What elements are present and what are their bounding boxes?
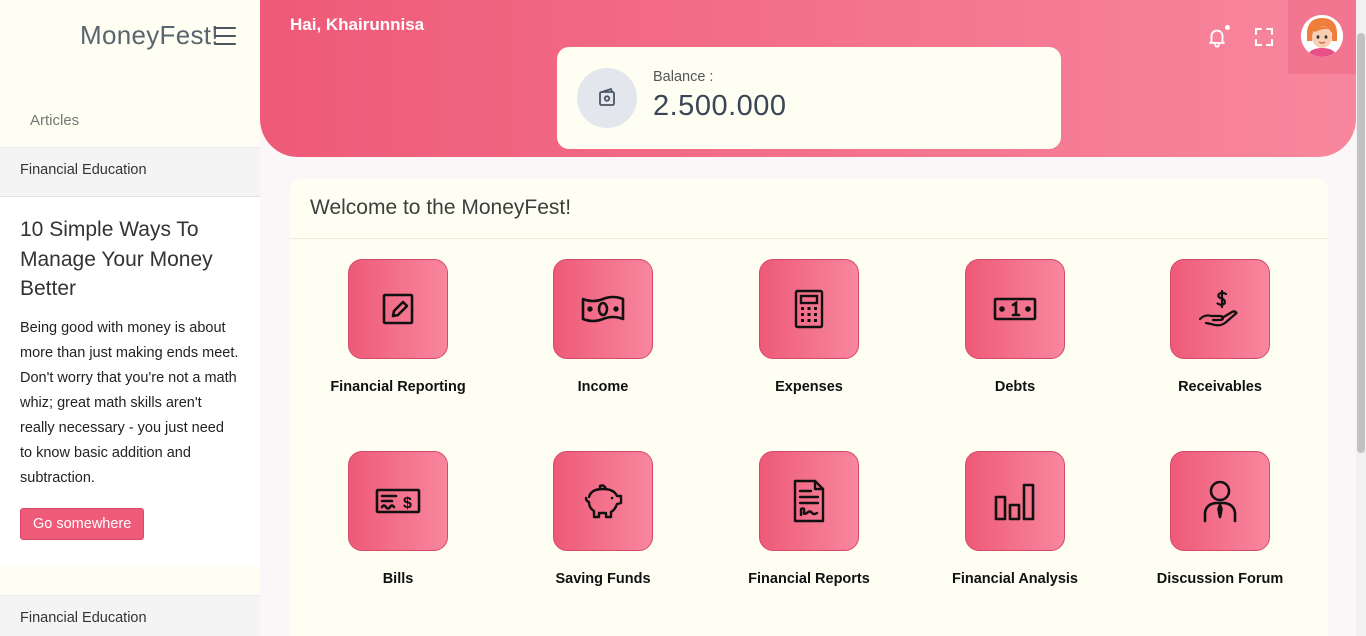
tile-label: Saving Funds <box>555 571 651 587</box>
balance-card: Balance : 2.500.000 <box>557 47 1061 149</box>
tile-icon-wrap <box>1170 259 1270 359</box>
tile-label: Receivables <box>1178 379 1262 395</box>
tile-icon-wrap <box>759 259 859 359</box>
tile-icon-wrap: $ <box>348 451 448 551</box>
tile-label: Debts <box>994 379 1036 395</box>
page-scrollbar[interactable] <box>1356 0 1366 636</box>
greeting: Hai, Khairunnisa <box>290 15 425 34</box>
edit-icon <box>382 293 414 325</box>
tile-financial-analysis[interactable]: Financial Analysis <box>930 451 1100 587</box>
balance-icon-wrap <box>577 68 637 128</box>
check-icon: $ <box>375 488 421 514</box>
wallet-icon <box>599 88 615 106</box>
notification-dot <box>1225 25 1230 30</box>
user-menu[interactable] <box>1288 0 1356 74</box>
menu-toggle-icon[interactable] <box>214 27 236 45</box>
document-icon <box>793 479 825 523</box>
tile-bills[interactable]: $ Bills <box>313 451 483 587</box>
tile-label: Financial Reporting <box>330 379 466 395</box>
user-icon <box>1203 480 1237 523</box>
panel-title: Welcome to the MoneyFest! <box>290 179 1328 239</box>
tile-icon-wrap <box>348 259 448 359</box>
tile-label: Discussion Forum <box>1156 571 1284 587</box>
article-card-header-2: Financial Education <box>0 595 260 636</box>
tile-debts[interactable]: Debts <box>930 259 1100 395</box>
tile-icon-wrap <box>759 451 859 551</box>
tile-icon-wrap <box>965 451 1065 551</box>
tile-income[interactable]: Income <box>518 259 688 395</box>
article-card-body: 10 Simple Ways To Manage Your Money Bett… <box>0 197 260 565</box>
tile-saving-funds[interactable]: Saving Funds <box>518 451 688 587</box>
balance-label: Balance : <box>653 69 714 85</box>
sidebar-section-title: Articles <box>30 112 80 129</box>
tile-label: Income <box>577 379 629 395</box>
tile-label: Expenses <box>775 379 843 395</box>
article-card-header: Financial Education <box>0 147 260 197</box>
calculator-icon <box>794 289 824 329</box>
article-title: 10 Simple Ways To Manage Your Money Bett… <box>20 218 213 300</box>
banknote-icon <box>993 297 1037 321</box>
go-somewhere-button[interactable]: Go somewhere <box>20 507 145 540</box>
piggy-bank-icon <box>584 484 623 519</box>
features-panel: Welcome to the MoneyFest! Financial Repo… <box>290 179 1328 636</box>
tile-expenses[interactable]: Expenses <box>724 259 894 395</box>
bar-chart-icon <box>994 483 1035 521</box>
tile-financial-reporting[interactable]: Financial Reporting <box>313 259 483 395</box>
avatar <box>1301 15 1343 57</box>
tile-icon-wrap <box>1170 451 1270 551</box>
hand-dollar-icon <box>1198 289 1238 327</box>
balance-value: 2.500.000 <box>653 90 787 122</box>
article-text: Being good with money is about more than… <box>20 319 239 486</box>
tile-icon-wrap <box>553 451 653 551</box>
svg-text:$: $ <box>403 495 412 512</box>
tile-icon-wrap <box>965 259 1065 359</box>
brand-logo[interactable]: MoneyFest! <box>80 20 219 51</box>
brand-row: MoneyFest! <box>0 0 260 72</box>
money-icon <box>581 295 625 323</box>
scrollbar-thumb[interactable] <box>1357 33 1365 453</box>
tile-label: Bills <box>382 571 414 587</box>
tile-financial-reports[interactable]: Financial Reports <box>724 451 894 587</box>
tile-receivables[interactable]: Receivables <box>1135 259 1305 395</box>
tile-label: Financial Analysis <box>952 571 1078 587</box>
tile-label: Financial Reports <box>748 571 870 587</box>
fullscreen-icon[interactable] <box>1254 27 1274 47</box>
tile-icon-wrap <box>553 259 653 359</box>
tile-discussion-forum[interactable]: Discussion Forum <box>1135 451 1305 587</box>
header: Hai, Khairunnisa Balance : 2.500.000 <box>260 0 1356 157</box>
sidebar: MoneyFest! Articles Financial Education … <box>0 0 260 636</box>
